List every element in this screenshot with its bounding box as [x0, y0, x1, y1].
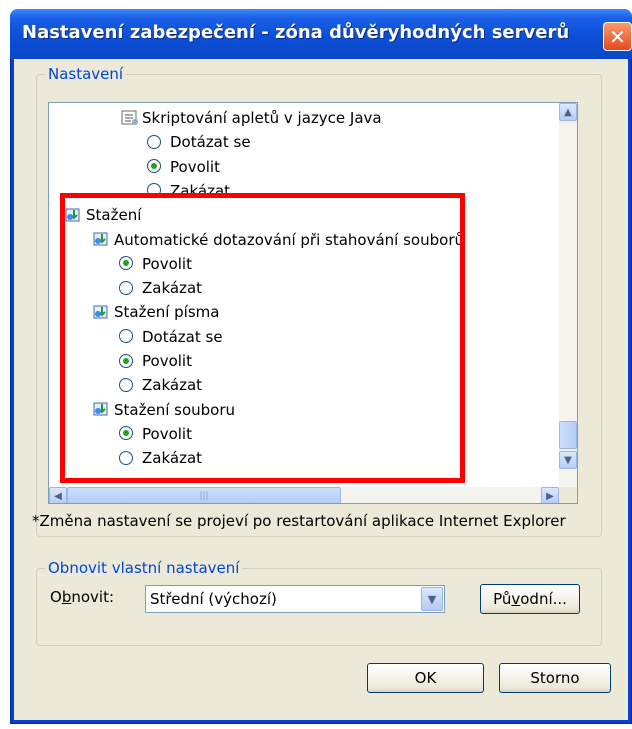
- radio-unchecked-icon[interactable]: [147, 134, 161, 149]
- scroll-down-button[interactable]: ▼: [559, 451, 577, 469]
- reset-group-label: Obnovit vlastní nastavení: [45, 559, 243, 577]
- restart-note: *Změna nastavení se projeví po restartov…: [32, 512, 566, 530]
- tree-category[interactable]: Skriptování apletů v jazyce Java: [121, 106, 382, 130]
- scroll-left-button[interactable]: ◀: [49, 487, 67, 503]
- cancel-button[interactable]: Storno: [499, 663, 611, 693]
- chevron-down-icon[interactable]: ▼: [421, 587, 443, 611]
- dialog-title: Nastavení zabezpečení - zóna důvěryhodný…: [22, 22, 570, 43]
- reset-label: Obnovit:: [50, 588, 115, 606]
- reset-level-select[interactable]: Střední (výchozí) ▼: [145, 585, 445, 613]
- tree-item-label: Dotázat se: [170, 133, 251, 152]
- highlight-annotation-box: [60, 193, 465, 483]
- horizontal-scroll-thumb[interactable]: |||: [67, 487, 341, 503]
- vertical-scroll-thumb[interactable]: [559, 421, 577, 449]
- scroll-corner: [559, 487, 577, 503]
- scroll-right-button[interactable]: ▶: [541, 487, 559, 503]
- settings-group-label: Nastavení: [45, 65, 127, 83]
- script-settings-icon: [121, 109, 139, 125]
- close-button[interactable]: ✕: [603, 22, 632, 51]
- scroll-up-button[interactable]: ▲: [559, 103, 577, 121]
- tree-item-label: Skriptování apletů v jazyce Java: [142, 109, 382, 127]
- horizontal-scrollbar[interactable]: ◀ ||| ▶: [49, 487, 559, 503]
- ok-button[interactable]: OK: [367, 663, 484, 693]
- radio-option[interactable]: Povolit: [147, 155, 220, 179]
- title-bar[interactable]: Nastavení zabezpečení - zóna důvěryhodný…: [10, 9, 632, 59]
- reset-level-value: Střední (výchozí): [150, 590, 277, 608]
- vertical-scrollbar[interactable]: ▲ ▼: [559, 103, 577, 487]
- reset-original-button[interactable]: Pů v odní...: [480, 584, 580, 614]
- radio-option[interactable]: Dotázat se: [147, 130, 251, 154]
- tree-item-label: Povolit: [170, 157, 220, 176]
- radio-checked-icon[interactable]: [147, 159, 161, 174]
